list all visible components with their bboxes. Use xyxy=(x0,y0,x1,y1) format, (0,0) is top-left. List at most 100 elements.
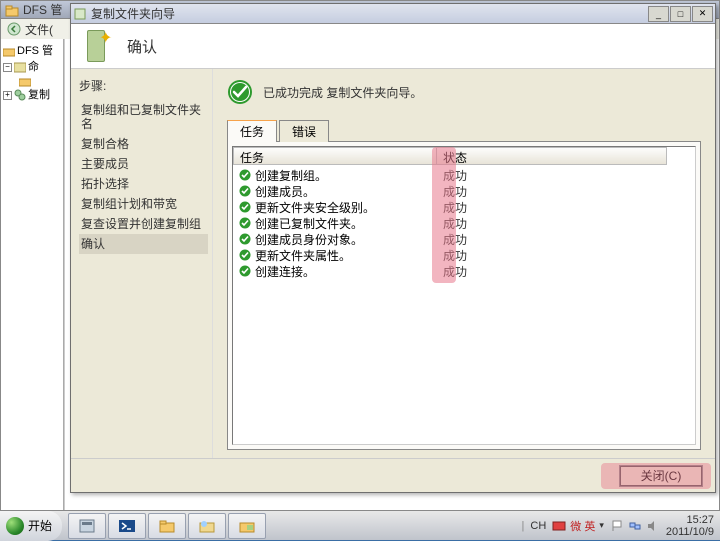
task-cell: 创建复制组。 xyxy=(233,167,437,184)
task-cell: 创建已复制文件夹。 xyxy=(233,215,437,232)
start-label: 开始 xyxy=(28,517,52,534)
task-listview[interactable]: 任务 状态 创建复制组。成功创建成员。成功更新文件夹安全级别。成功创建已复制文件… xyxy=(232,146,696,445)
taskbar-explorer[interactable] xyxy=(148,513,186,539)
status-cell: 成功 xyxy=(437,247,667,264)
language-indicator[interactable]: CH xyxy=(530,520,546,532)
wizard-footer: 关闭(C) xyxy=(71,458,715,492)
status-cell: 成功 xyxy=(437,231,667,248)
column-task[interactable]: 任务 xyxy=(233,147,437,165)
wizard-step[interactable]: 拓扑选择 xyxy=(79,174,208,194)
taskbar-app[interactable] xyxy=(188,513,226,539)
system-tray: | CH 微 英 ▾ 15:27 2011/10/9 xyxy=(516,514,720,538)
status-cell: 成功 xyxy=(437,263,667,280)
steps-pane: 步骤: 复制组和已复制文件夹名复制合格主要成员拓扑选择复制组计划和带宽复查设置并… xyxy=(71,69,213,458)
tree-root[interactable]: DFS 管 xyxy=(3,43,61,59)
dfs-tree-icon xyxy=(3,45,15,57)
expand-icon[interactable]: + xyxy=(3,91,12,100)
tabpage-tasks: 任务 状态 创建复制组。成功创建成员。成功更新文件夹安全级别。成功创建已复制文件… xyxy=(227,141,701,450)
tab-tasks[interactable]: 任务 xyxy=(227,120,277,142)
task-row[interactable]: 更新文件夹安全级别。成功 xyxy=(233,199,695,215)
flag-icon[interactable] xyxy=(610,519,624,533)
replication-icon xyxy=(14,89,26,101)
folder-icon xyxy=(19,75,31,87)
wizard-step[interactable]: 复制组和已复制文件夹名 xyxy=(79,100,208,134)
dfs-icon xyxy=(5,3,19,17)
start-button[interactable]: 开始 xyxy=(0,511,62,541)
taskbar-powershell[interactable] xyxy=(108,513,146,539)
task-cell: 更新文件夹属性。 xyxy=(233,247,437,264)
tray-date: 2011/10/9 xyxy=(666,526,714,538)
wizard-step[interactable]: 复制合格 xyxy=(79,134,208,154)
start-orb-icon xyxy=(6,517,24,535)
tray-time: 15:27 xyxy=(666,514,714,526)
wizard-step[interactable]: 主要成员 xyxy=(79,154,208,174)
success-icon xyxy=(227,79,253,105)
network-icon[interactable] xyxy=(628,519,642,533)
task-row[interactable]: 创建复制组。成功 xyxy=(233,167,695,183)
status-cell: 成功 xyxy=(437,215,667,232)
task-cell: 创建成员。 xyxy=(233,183,437,200)
check-icon xyxy=(239,217,251,229)
collapse-icon[interactable]: − xyxy=(3,63,12,72)
close-button[interactable]: 关闭(C) xyxy=(619,465,703,487)
status-cell: 成功 xyxy=(437,199,667,216)
close-window-button[interactable]: ✕ xyxy=(692,6,713,22)
check-icon xyxy=(239,185,251,197)
maximize-button[interactable]: □ xyxy=(670,6,691,22)
task-row[interactable]: 创建连接。成功 xyxy=(233,263,695,279)
status-cell: 成功 xyxy=(437,183,667,200)
tree-node[interactable]: + 复制 xyxy=(3,87,61,103)
back-icon[interactable] xyxy=(7,22,21,36)
wizard-step[interactable]: 复制组计划和带宽 xyxy=(79,194,208,214)
tray-separator: | xyxy=(522,520,525,532)
wizard-title-icon xyxy=(73,7,87,21)
success-row: 已成功完成 复制文件夹向导。 xyxy=(227,79,701,105)
tree-node[interactable]: − 命 xyxy=(3,59,61,75)
tray-icon[interactable] xyxy=(552,519,566,533)
column-status[interactable]: 状态 xyxy=(437,147,667,165)
task-row[interactable]: 创建已复制文件夹。成功 xyxy=(233,215,695,231)
tree-root-label: DFS 管 xyxy=(17,43,53,59)
menu-file[interactable]: 文件( xyxy=(25,21,53,38)
success-message: 已成功完成 复制文件夹向导。 xyxy=(263,84,422,101)
wizard-header-title: 确认 xyxy=(127,36,157,57)
taskbar-app[interactable] xyxy=(228,513,266,539)
wizard-step[interactable]: 复查设置并创建复制组 xyxy=(79,214,208,234)
wizard-step[interactable]: 确认 xyxy=(79,234,208,254)
status-cell: 成功 xyxy=(437,167,667,184)
parent-title: DFS 管 xyxy=(23,1,62,18)
ime-indicator[interactable]: 微 英 xyxy=(570,518,595,534)
tab-errors[interactable]: 错误 xyxy=(279,120,329,142)
wizard-dialog: 复制文件夹向导 _ □ ✕ ✦ 确认 步骤: 复制组和已复制文件夹名复制合格主要… xyxy=(70,3,716,493)
listview-header: 任务 状态 xyxy=(233,147,695,165)
taskbar-server-manager[interactable] xyxy=(68,513,106,539)
tree-node-label: 命 xyxy=(28,59,39,75)
taskbar: 开始 | CH 微 英 ▾ 15:27 2011/10/9 xyxy=(0,510,720,540)
task-row[interactable]: 更新文件夹属性。成功 xyxy=(233,247,695,263)
ime-dropdown-icon[interactable]: ▾ xyxy=(599,520,604,531)
task-cell: 创建连接。 xyxy=(233,263,437,280)
check-icon xyxy=(239,249,251,261)
task-row[interactable]: 创建成员。成功 xyxy=(233,183,695,199)
wizard-body: 步骤: 复制组和已复制文件夹名复制合格主要成员拓扑选择复制组计划和带宽复查设置并… xyxy=(71,69,715,458)
volume-icon[interactable] xyxy=(646,519,660,533)
tree-pane[interactable]: DFS 管 − 命 + 复制 xyxy=(1,39,64,539)
steps-header: 步骤: xyxy=(79,77,208,94)
tabstrip: 任务 错误 xyxy=(227,119,701,141)
taskbar-pinned xyxy=(68,513,266,539)
check-icon xyxy=(239,169,251,181)
task-cell: 创建成员身份对象。 xyxy=(233,231,437,248)
wizard-header-icon: ✦ xyxy=(81,28,117,64)
wizard-header: ✦ 确认 xyxy=(71,24,715,69)
tree-node-label: 复制 xyxy=(28,87,50,103)
check-icon xyxy=(239,233,251,245)
minimize-button[interactable]: _ xyxy=(648,6,669,22)
check-icon xyxy=(239,201,251,213)
namespace-icon xyxy=(14,61,26,73)
wizard-titlebar[interactable]: 复制文件夹向导 _ □ ✕ xyxy=(71,4,715,24)
task-row[interactable]: 创建成员身份对象。成功 xyxy=(233,231,695,247)
tree-node[interactable] xyxy=(3,75,61,87)
wizard-title: 复制文件夹向导 xyxy=(91,5,647,22)
tray-clock[interactable]: 15:27 2011/10/9 xyxy=(666,514,714,538)
content-pane: 已成功完成 复制文件夹向导。 任务 错误 任务 状态 创建复制组。成功创建成员。… xyxy=(213,69,715,458)
